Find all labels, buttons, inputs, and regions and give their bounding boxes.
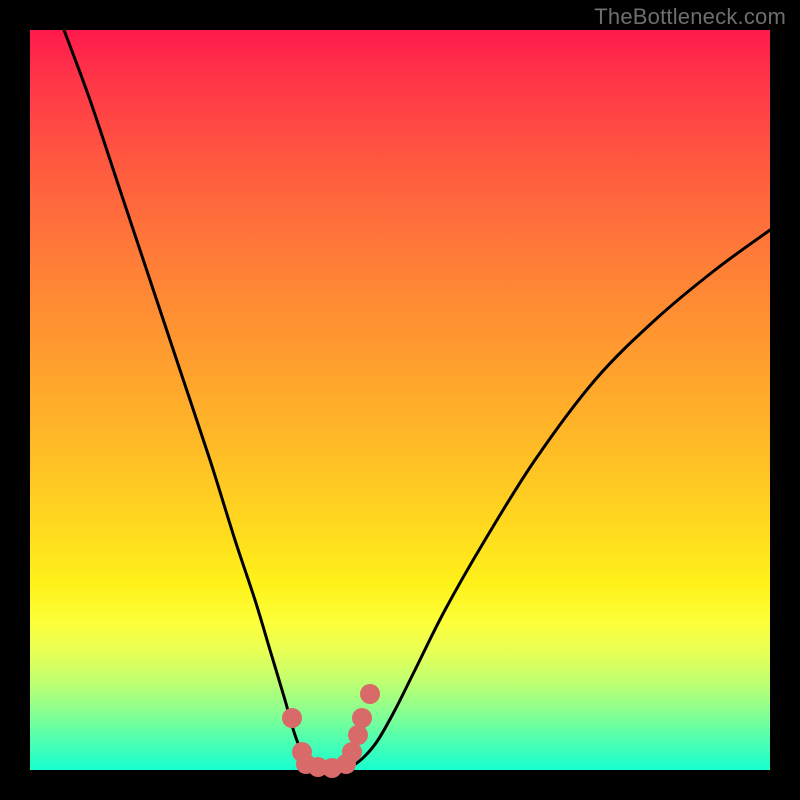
curve-markers xyxy=(282,684,380,778)
marker-dot xyxy=(348,725,368,745)
chart-frame: TheBottleneck.com xyxy=(0,0,800,800)
marker-dot xyxy=(352,708,372,728)
curve-layer xyxy=(0,0,800,800)
marker-dot xyxy=(360,684,380,704)
marker-dot xyxy=(342,742,362,762)
bottleneck-curve xyxy=(64,30,770,769)
watermark-text: TheBottleneck.com xyxy=(594,4,786,30)
marker-dot xyxy=(282,708,302,728)
